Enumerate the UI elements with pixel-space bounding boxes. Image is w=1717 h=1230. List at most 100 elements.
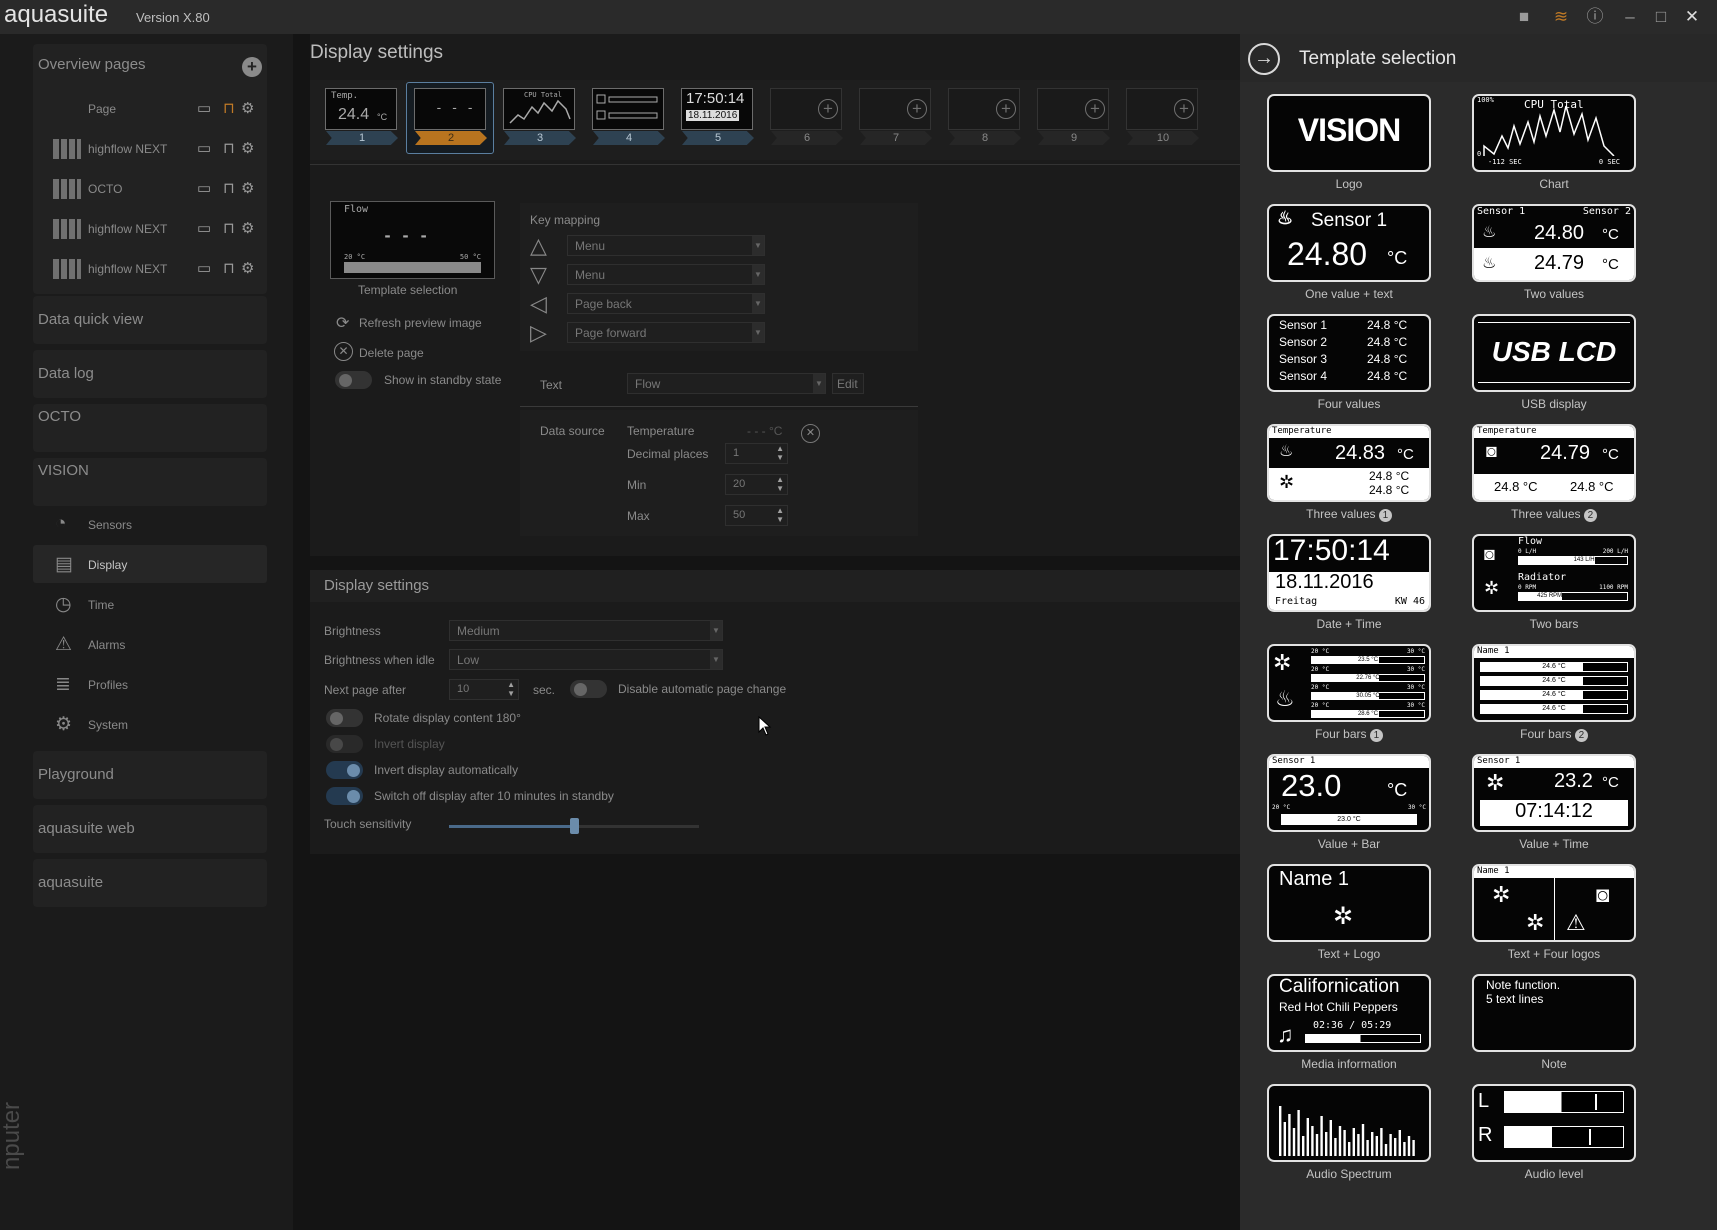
info-icon[interactable]: ⓘ (1585, 7, 1605, 27)
arrow-right-icon[interactable]: → (1248, 43, 1280, 75)
gear-icon[interactable]: ⚙ (241, 140, 254, 158)
template-tile[interactable]: 17:50:14 18.11.2016 Freitag KW 46 (1267, 534, 1431, 612)
template-tile[interactable]: Name 1 ✲ ◙ ✲ ⚠ (1472, 864, 1636, 942)
template-tile[interactable]: Sensor 1 23.0 °C 20 °C 30 °C 23.0 °C (1267, 754, 1431, 832)
gear-icon[interactable]: ⚙ (241, 100, 254, 118)
template-tile[interactable]: Californication Red Hot Chili Peppers ♫ 02:… (1267, 974, 1431, 1052)
add-page-icon[interactable]: + (1085, 99, 1105, 119)
nav-system[interactable]: ⚙ System (33, 705, 267, 743)
template-tile[interactable]: ◙ Flow 0 L/H 200 L/H 143 L/H ✲ Radiator 0 RPM 11… (1472, 534, 1636, 612)
page-number-9[interactable]: 9 (1038, 131, 1110, 145)
nav-sensors[interactable]: ◔ Sensors (33, 505, 267, 543)
template-selection-link[interactable]: Template selection (358, 283, 457, 297)
template-tile[interactable]: ✲ ♨ 20 °C 30 °C 23.5 °C 20 °C 30 °C 22.76 °C 20 … (1267, 644, 1431, 722)
aquasuite-web-group[interactable]: aquasuite web (33, 805, 267, 853)
overview-row[interactable]: highflow NEXT ▭ ⊓ ⚙ (33, 252, 267, 286)
page-thumb-3[interactable]: CPU Total (503, 88, 575, 130)
refresh-icon[interactable]: ⟳ (336, 313, 349, 333)
template-tile[interactable] (1267, 1084, 1431, 1162)
up-arrow-icon[interactable]: ▲ (776, 444, 784, 453)
page-thumb-10[interactable]: + (1126, 88, 1198, 130)
gear-icon[interactable]: ⚙ (241, 220, 254, 238)
add-page-icon[interactable]: + (996, 99, 1016, 119)
data-quick-view-group[interactable]: Data quick view (33, 296, 267, 344)
template-tile[interactable]: USB LCD (1472, 314, 1636, 392)
page-number-6[interactable]: 6 (771, 131, 843, 145)
idle-brightness-select[interactable]: Low ▼ (449, 649, 723, 670)
invert-auto-toggle[interactable] (326, 761, 363, 779)
touch-slider-track[interactable] (449, 818, 699, 834)
page-number-1[interactable]: 1 (326, 131, 398, 145)
add-page-icon[interactable]: + (242, 57, 262, 77)
aquasuite-group[interactable]: aquasuite (33, 859, 267, 907)
page-number-7[interactable]: 7 (860, 131, 932, 145)
rotate-toggle[interactable] (326, 709, 363, 727)
page-thumb-1[interactable]: Temp. 24.4 °C (325, 88, 397, 130)
lock-icon[interactable]: ⊓ (223, 220, 235, 238)
disable-page-change-toggle[interactable] (570, 680, 607, 698)
template-tile[interactable]: Temperature ◙ 24.79 °C 24.8 °C 24.8 °C (1472, 424, 1636, 502)
page-number-10[interactable]: 10 (1127, 131, 1199, 145)
delete-icon[interactable]: ✕ (334, 342, 353, 361)
template-tile[interactable]: ♨ Sensor 1 24.80 °C (1267, 204, 1431, 282)
nav-alarms[interactable]: ⚠ Alarms (33, 625, 267, 663)
page-thumb-8[interactable]: + (948, 88, 1020, 130)
up-arrow-icon[interactable]: ▲ (507, 680, 515, 689)
layers-icon[interactable]: ≋ (1551, 7, 1571, 27)
page-thumb-2[interactable]: - - - (414, 88, 486, 130)
max-stepper[interactable]: 50 ▲ ▼ (725, 505, 788, 526)
template-tile[interactable]: CPU Total 100% 0 -112 SEC 0 SEC (1472, 94, 1636, 172)
edit-text-button[interactable]: Edit (832, 373, 864, 394)
maximize-icon[interactable]: □ (1651, 7, 1671, 27)
touch-slider-handle[interactable] (570, 818, 579, 834)
up-arrow-icon[interactable]: ▲ (776, 506, 784, 515)
text-select[interactable]: Flow ▼ (627, 373, 826, 394)
monitor-icon[interactable]: ▭ (197, 100, 211, 118)
next-page-stepper[interactable]: 10 ▲ ▼ (449, 679, 519, 700)
overview-pages-title[interactable]: Overview pages (38, 56, 146, 73)
page-thumb-6[interactable]: + (770, 88, 842, 130)
monitor-icon[interactable]: ▭ (197, 220, 211, 238)
overview-row[interactable]: highflow NEXT ▭ ⊓ ⚙ (33, 132, 267, 166)
monitor-icon[interactable]: ▭ (197, 140, 211, 158)
template-tile[interactable]: VISION (1267, 94, 1431, 172)
template-tile[interactable]: LR (1472, 1084, 1636, 1162)
page-thumb-9[interactable]: + (1037, 88, 1109, 130)
refresh-preview-button[interactable]: Refresh preview image (359, 316, 482, 330)
down-arrow-icon[interactable]: ▼ (776, 484, 784, 493)
page-number-4[interactable]: 4 (593, 131, 665, 145)
invert-toggle[interactable] (326, 735, 363, 753)
nav-display[interactable]: ▤ Display (33, 545, 267, 583)
template-tile[interactable]: Sensor 1 ✲ 23.2 °C 07:14:12 (1472, 754, 1636, 832)
key-right-select[interactable]: Page forward ▼ (567, 322, 765, 343)
brightness-select[interactable]: Medium ▼ (449, 620, 723, 641)
standby-toggle[interactable] (335, 371, 372, 389)
up-arrow-icon[interactable]: ▲ (776, 475, 784, 484)
add-page-icon[interactable]: + (907, 99, 927, 119)
page-number-3[interactable]: 3 (504, 131, 576, 145)
page-number-5[interactable]: 5 (682, 131, 754, 145)
gear-icon[interactable]: ⚙ (241, 260, 254, 278)
template-tile[interactable]: Name 1 24.6 °C 24.6 °C 24.6 °C 24.6 °C (1472, 644, 1636, 722)
template-tile[interactable]: Sensor 1 24.8 °C Sensor 2 24.8 °C Sensor 3 24… (1267, 314, 1431, 392)
page-number-2[interactable]: 2 (415, 131, 487, 145)
template-preview[interactable]: Flow - - - 20 °C 50 °C (330, 201, 495, 279)
template-tile[interactable]: Temperature ♨ 24.83 °C ✲ 24.8 °C 24.8 °C (1267, 424, 1431, 502)
octo-group[interactable]: OCTO (33, 404, 267, 452)
decimal-stepper[interactable]: 1 ▲ ▼ (725, 443, 788, 464)
template-tile[interactable]: Note function. 5 text lines (1472, 974, 1636, 1052)
close-icon[interactable]: ✕ (1682, 7, 1702, 27)
data-log-group[interactable]: Data log (33, 350, 267, 398)
down-arrow-icon[interactable]: ▼ (776, 453, 784, 462)
lock-icon[interactable]: ⊓ (223, 180, 235, 198)
key-left-select[interactable]: Page back ▼ (567, 293, 765, 314)
add-page-icon[interactable]: + (1174, 99, 1194, 119)
gear-icon[interactable]: ⚙ (241, 180, 254, 198)
lock-icon[interactable]: ⊓ (223, 140, 235, 158)
nav-profiles[interactable]: ≣ Profiles (33, 665, 267, 703)
page-thumb-7[interactable]: + (859, 88, 931, 130)
key-up-select[interactable]: Menu ▼ (567, 235, 765, 256)
switch-off-toggle[interactable] (326, 787, 363, 805)
template-tile[interactable]: Name 1 ✲ (1267, 864, 1431, 942)
template-tile[interactable]: Sensor 1 Sensor 2 ♨ 24.80 °C ♨ 24.79 °C (1472, 204, 1636, 282)
